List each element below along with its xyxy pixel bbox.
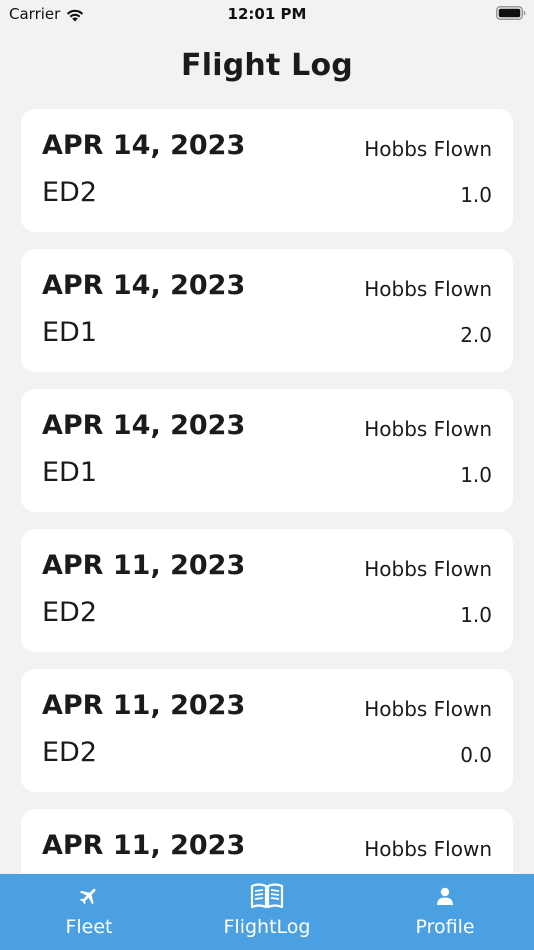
- hobbs-flown-label: Hobbs Flown: [364, 837, 492, 861]
- tab-profile-label: Profile: [415, 916, 475, 938]
- battery-icon: [496, 6, 526, 20]
- person-icon: [428, 882, 462, 910]
- aircraft-id: ED2: [42, 737, 98, 768]
- status-bar: Carrier 12:01 PM: [0, 0, 534, 30]
- tab-flightlog[interactable]: FlightLog: [178, 874, 356, 950]
- airplane-icon: [72, 882, 106, 910]
- tab-fleet[interactable]: Fleet: [0, 874, 178, 950]
- flight-date: APR 11, 2023: [42, 550, 246, 581]
- hobbs-value: 0.0: [460, 743, 492, 767]
- tab-fleet-label: Fleet: [65, 916, 113, 938]
- flight-date: APR 11, 2023: [42, 830, 246, 861]
- aircraft-id: ED2: [42, 597, 98, 628]
- hobbs-value: 2.0: [460, 323, 492, 347]
- aircraft-id: ED1: [42, 317, 98, 348]
- tab-flightlog-label: FlightLog: [223, 916, 311, 938]
- flight-log-card[interactable]: APR 11, 2023 Hobbs Flown: [21, 809, 513, 874]
- flight-log-card[interactable]: APR 14, 2023 Hobbs Flown ED1 2.0: [21, 249, 513, 372]
- hobbs-flown-label: Hobbs Flown: [364, 697, 492, 721]
- page-title: Flight Log: [181, 48, 353, 83]
- flight-log-card[interactable]: APR 14, 2023 Hobbs Flown ED2 1.0: [21, 109, 513, 232]
- flight-log-card[interactable]: APR 14, 2023 Hobbs Flown ED1 1.0: [21, 389, 513, 512]
- flight-date: APR 14, 2023: [42, 410, 246, 441]
- hobbs-value: 1.0: [460, 603, 492, 627]
- hobbs-value: 1.0: [460, 183, 492, 207]
- hobbs-flown-label: Hobbs Flown: [364, 417, 492, 441]
- tab-bar: Fleet FlightLog Profile: [0, 874, 534, 950]
- aircraft-id: ED2: [42, 177, 98, 208]
- flight-log-card[interactable]: APR 11, 2023 Hobbs Flown ED2 0.0: [21, 669, 513, 792]
- hobbs-value: 1.0: [460, 463, 492, 487]
- tab-profile[interactable]: Profile: [356, 874, 534, 950]
- status-time: 12:01 PM: [227, 5, 307, 23]
- book-icon: [250, 882, 284, 910]
- hobbs-flown-label: Hobbs Flown: [364, 277, 492, 301]
- flight-log-list[interactable]: APR 14, 2023 Hobbs Flown ED2 1.0 APR 14,…: [21, 109, 513, 874]
- flight-date: APR 14, 2023: [42, 130, 246, 161]
- hobbs-flown-label: Hobbs Flown: [364, 557, 492, 581]
- hobbs-flown-label: Hobbs Flown: [364, 137, 492, 161]
- aircraft-id: ED1: [42, 457, 98, 488]
- flight-date: APR 14, 2023: [42, 270, 246, 301]
- flight-log-card[interactable]: APR 11, 2023 Hobbs Flown ED2 1.0: [21, 529, 513, 652]
- flight-date: APR 11, 2023: [42, 690, 246, 721]
